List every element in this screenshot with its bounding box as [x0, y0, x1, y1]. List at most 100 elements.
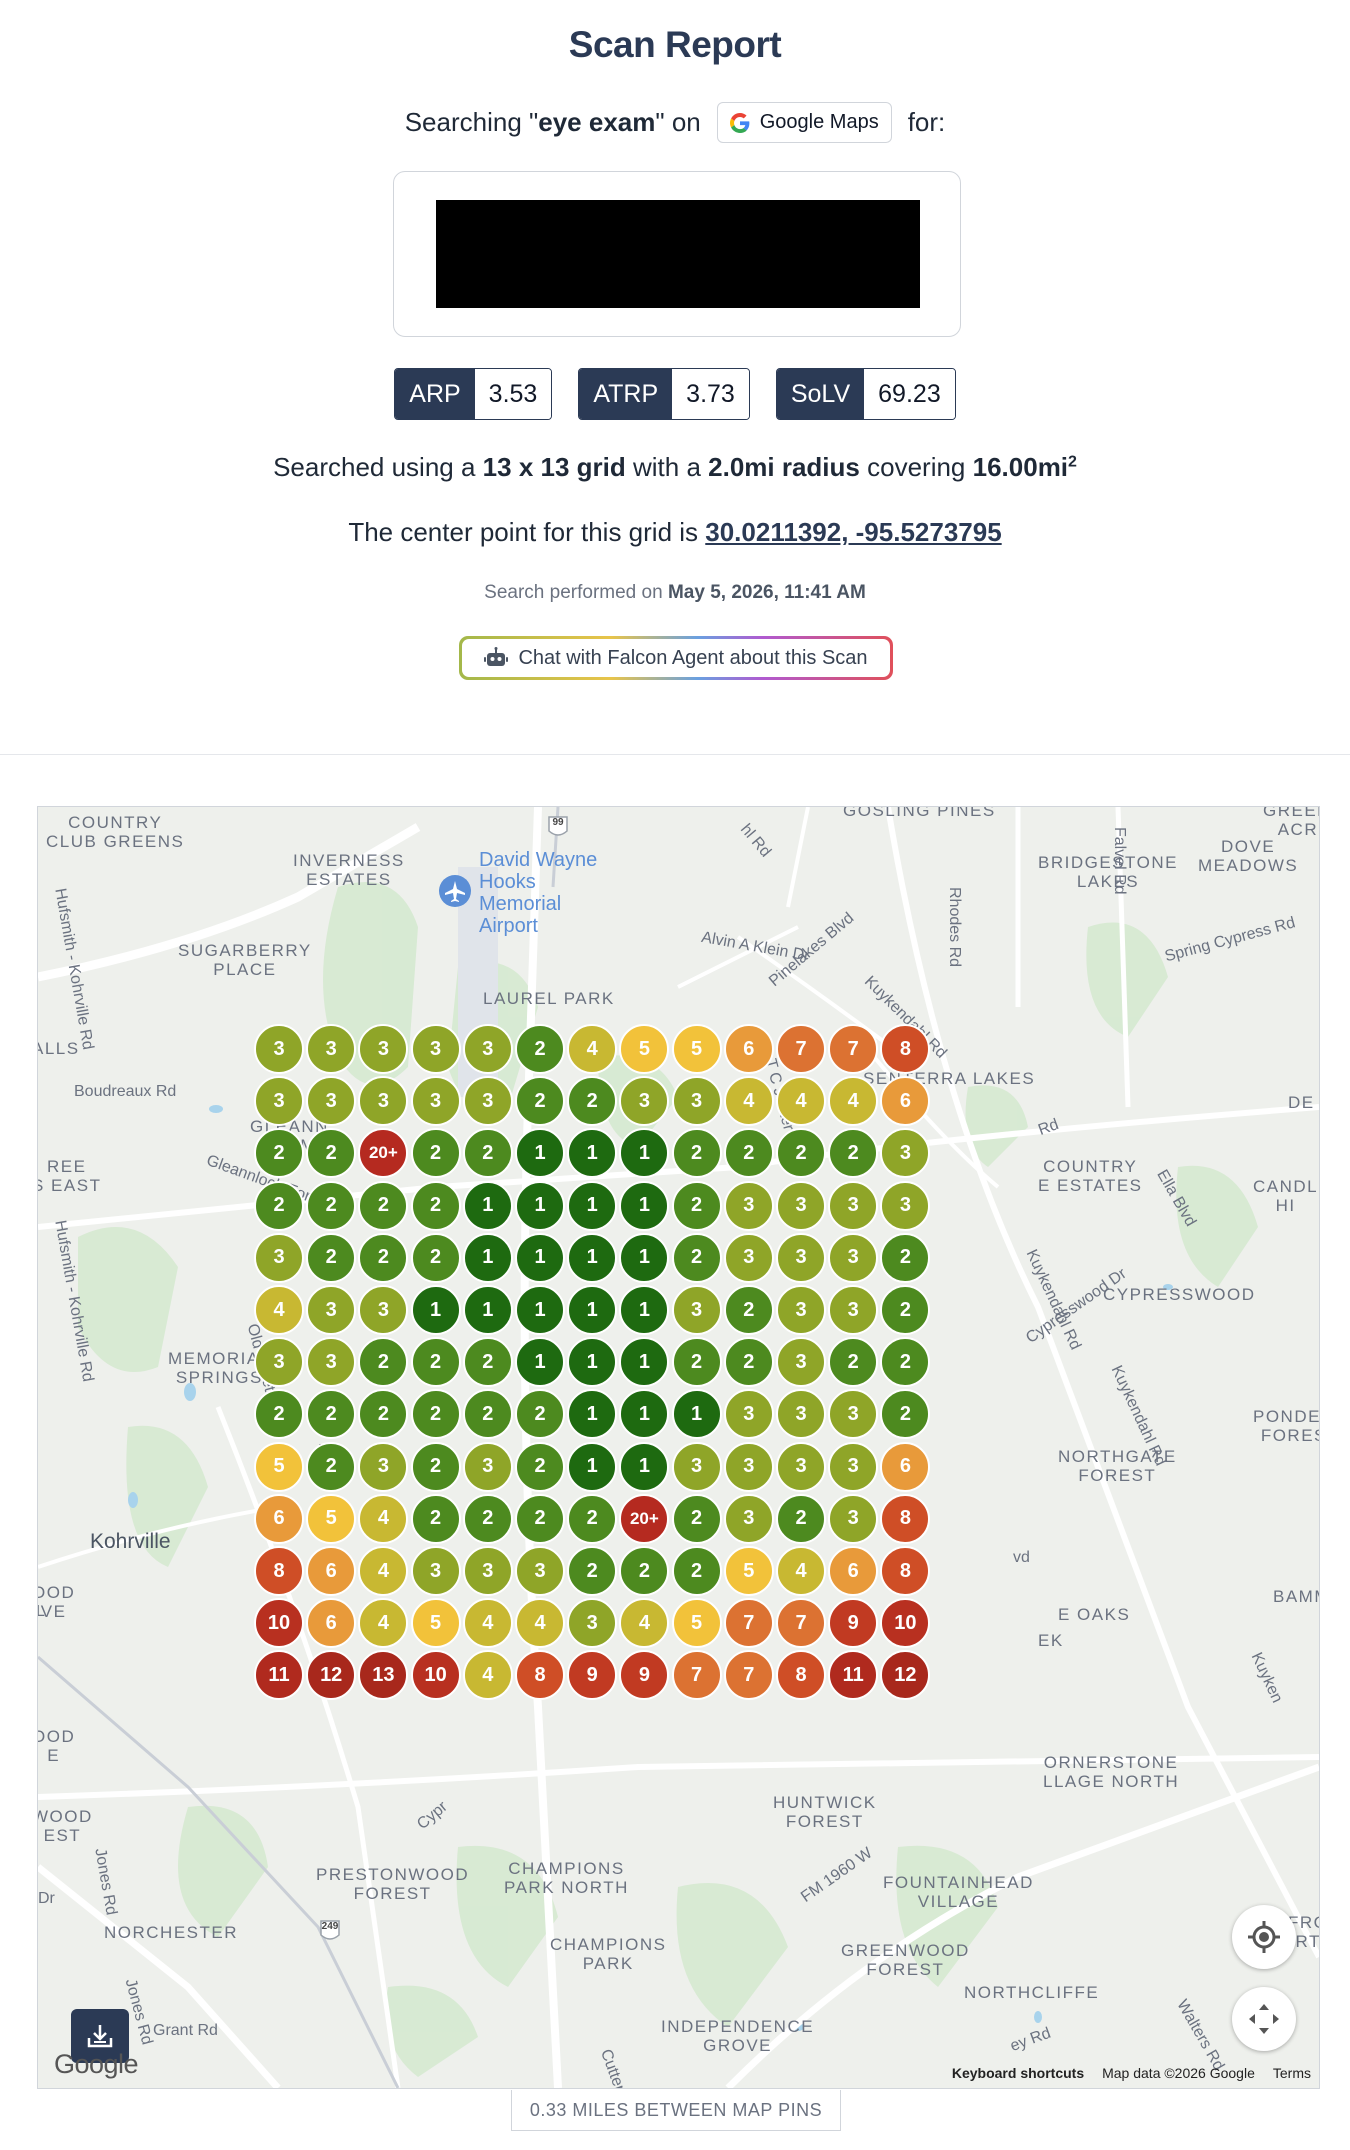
rank-pin[interactable]: 3 — [462, 1024, 513, 1074]
rank-pin[interactable]: 1 — [567, 1180, 618, 1231]
rank-pin[interactable]: 1 — [515, 1232, 565, 1283]
rank-pin[interactable]: 3 — [723, 1180, 774, 1231]
rank-pin[interactable]: 7 — [776, 1598, 826, 1649]
rank-pin[interactable]: 2 — [671, 1546, 722, 1596]
rank-pin[interactable]: 5 — [254, 1441, 304, 1492]
rank-pin[interactable]: 2 — [671, 1232, 722, 1283]
rank-pin[interactable]: 3 — [828, 1441, 879, 1492]
rank-pin[interactable]: 10 — [410, 1650, 461, 1701]
rank-pin[interactable]: 6 — [723, 1024, 774, 1074]
rank-pin[interactable]: 3 — [723, 1389, 774, 1440]
rank-pin[interactable]: 2 — [515, 1493, 565, 1544]
rank-pin[interactable]: 1 — [462, 1180, 513, 1231]
rank-pin[interactable]: 3 — [462, 1441, 513, 1492]
rank-pin[interactable]: 20+ — [619, 1493, 670, 1544]
rank-pin[interactable]: 1 — [462, 1285, 513, 1335]
rank-pin[interactable]: 2 — [462, 1493, 513, 1544]
rank-pin[interactable]: 3 — [723, 1232, 774, 1283]
rank-pin[interactable]: 2 — [671, 1180, 722, 1231]
rank-pin[interactable]: 1 — [515, 1285, 565, 1335]
rank-pin[interactable]: 4 — [515, 1598, 565, 1649]
rank-pin[interactable]: 2 — [462, 1337, 513, 1388]
rank-pin[interactable]: 4 — [776, 1546, 826, 1596]
rank-pin[interactable]: 4 — [358, 1493, 409, 1544]
rank-pin[interactable]: 4 — [254, 1285, 304, 1335]
rank-pin[interactable]: 1 — [671, 1389, 722, 1440]
rank-pin[interactable]: 3 — [828, 1493, 879, 1544]
rank-pin[interactable]: 3 — [254, 1232, 304, 1283]
rank-pin[interactable]: 1 — [410, 1285, 461, 1335]
rank-pin[interactable]: 3 — [880, 1180, 931, 1231]
rank-pin[interactable]: 3 — [776, 1441, 826, 1492]
rank-pin[interactable]: 4 — [567, 1024, 618, 1074]
rank-pin[interactable]: 7 — [723, 1650, 774, 1701]
rank-pin[interactable]: 3 — [410, 1546, 461, 1596]
rank-pin[interactable]: 2 — [723, 1337, 774, 1388]
rank-pin[interactable]: 2 — [410, 1389, 461, 1440]
rank-pin[interactable]: 4 — [776, 1076, 826, 1127]
keyboard-shortcuts-link[interactable]: Keyboard shortcuts — [952, 2065, 1084, 2081]
rank-pin[interactable]: 3 — [671, 1441, 722, 1492]
rank-pin[interactable]: 3 — [410, 1024, 461, 1074]
rank-map[interactable]: 99 249 David Wayne Hooks Memorial Airpor… — [37, 806, 1320, 2089]
rank-pin[interactable]: 3 — [723, 1493, 774, 1544]
rank-pin[interactable]: 3 — [462, 1076, 513, 1127]
rank-pin[interactable]: 1 — [515, 1337, 565, 1388]
rank-pin[interactable]: 2 — [358, 1180, 409, 1231]
center-coordinates-link[interactable]: 30.0211392, -95.5273795 — [705, 517, 1001, 547]
rank-pin[interactable]: 2 — [410, 1441, 461, 1492]
rank-pin[interactable]: 6 — [828, 1546, 879, 1596]
rank-pin[interactable]: 2 — [776, 1493, 826, 1544]
rank-pin[interactable]: 2 — [671, 1493, 722, 1544]
rank-pin[interactable]: 6 — [254, 1493, 304, 1544]
rank-pin[interactable]: 5 — [410, 1598, 461, 1649]
rank-pin[interactable]: 2 — [880, 1232, 931, 1283]
rank-pin[interactable]: 1 — [567, 1285, 618, 1335]
rank-pin[interactable]: 4 — [723, 1076, 774, 1127]
rank-pin[interactable]: 7 — [723, 1598, 774, 1649]
rank-pin[interactable]: 3 — [306, 1285, 357, 1335]
rank-pin[interactable]: 2 — [723, 1285, 774, 1335]
rank-pin[interactable]: 2 — [671, 1128, 722, 1179]
rank-pin[interactable]: 3 — [776, 1232, 826, 1283]
rank-pin[interactable]: 2 — [254, 1180, 304, 1231]
rank-pin[interactable]: 8 — [254, 1546, 304, 1596]
rank-pin[interactable]: 1 — [619, 1441, 670, 1492]
rank-pin[interactable]: 3 — [254, 1024, 304, 1074]
rank-pin[interactable]: 5 — [671, 1598, 722, 1649]
rank-pin[interactable]: 2 — [567, 1493, 618, 1544]
rank-pin[interactable]: 3 — [306, 1024, 357, 1074]
chat-agent-button[interactable]: Chat with Falcon Agent about this Scan — [459, 636, 893, 680]
rank-pin[interactable]: 6 — [306, 1546, 357, 1596]
rank-pin[interactable]: 5 — [723, 1546, 774, 1596]
rank-pin[interactable]: 4 — [462, 1598, 513, 1649]
rank-pin[interactable]: 2 — [358, 1232, 409, 1283]
locate-button[interactable] — [1232, 1905, 1296, 1969]
rank-pin[interactable]: 10 — [254, 1598, 304, 1649]
rank-pin[interactable]: 7 — [776, 1024, 826, 1074]
rank-pin[interactable]: 3 — [776, 1180, 826, 1231]
rank-pin[interactable]: 5 — [671, 1024, 722, 1074]
rank-pin[interactable]: 2 — [515, 1441, 565, 1492]
rank-pin[interactable]: 2 — [671, 1337, 722, 1388]
rank-pin[interactable]: 2 — [515, 1024, 565, 1074]
rank-pin[interactable]: 2 — [410, 1337, 461, 1388]
rank-pin[interactable]: 2 — [306, 1180, 357, 1231]
rank-pin[interactable]: 3 — [776, 1337, 826, 1388]
rank-pin[interactable]: 3 — [671, 1076, 722, 1127]
rank-pin[interactable]: 2 — [410, 1232, 461, 1283]
rank-pin[interactable]: 2 — [567, 1546, 618, 1596]
rank-pin[interactable]: 8 — [880, 1493, 931, 1544]
rank-pin[interactable]: 2 — [462, 1128, 513, 1179]
rank-pin[interactable]: 2 — [306, 1441, 357, 1492]
terms-link[interactable]: Terms — [1273, 2065, 1311, 2081]
rank-pin[interactable]: 3 — [410, 1076, 461, 1127]
rank-pin[interactable]: 3 — [358, 1441, 409, 1492]
rank-pin[interactable]: 2 — [410, 1493, 461, 1544]
fullscreen-button[interactable] — [1232, 1987, 1296, 2051]
rank-pin[interactable]: 1 — [462, 1232, 513, 1283]
rank-pin[interactable]: 3 — [828, 1180, 879, 1231]
rank-pin[interactable]: 3 — [723, 1441, 774, 1492]
rank-pin[interactable]: 2 — [306, 1232, 357, 1283]
rank-pin[interactable]: 3 — [828, 1232, 879, 1283]
